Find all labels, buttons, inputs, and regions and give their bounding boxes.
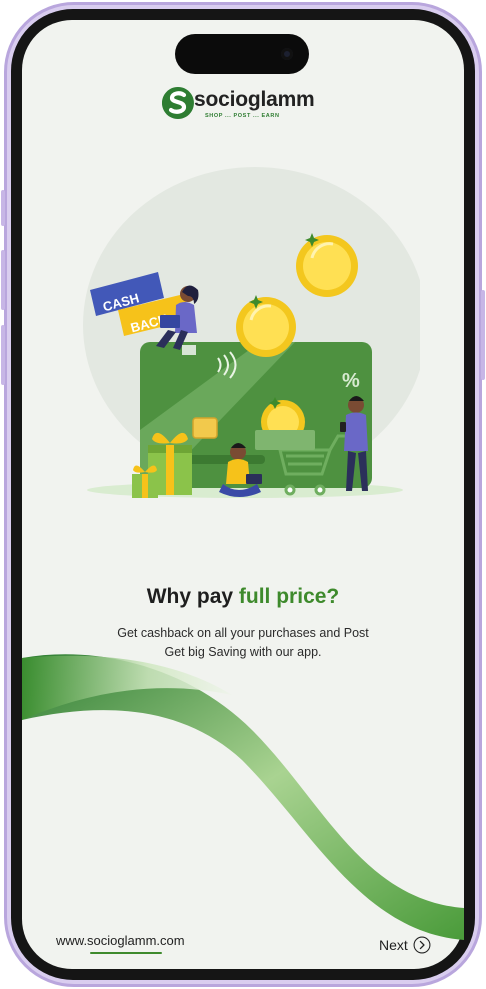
card-chip (192, 417, 218, 439)
brand-name: socioglamm (194, 88, 315, 111)
brand-logo: socioglamm SHOP ... POST ... EARN (162, 86, 326, 122)
coin-icon (296, 235, 358, 297)
description-line: Get cashback on all your purchases and P… (117, 626, 369, 640)
camera-icon (281, 48, 293, 60)
side-button (1, 325, 5, 385)
website-link[interactable]: www.socioglamm.com (56, 933, 185, 948)
cart-block (255, 430, 315, 450)
cashback-illustration: % CASH BACK (83, 167, 420, 498)
side-button (1, 250, 5, 310)
headline-text: Why pay (146, 585, 239, 608)
onboarding-description: Get cashback on all your purchases and P… (90, 624, 396, 662)
logo-mark-icon (162, 87, 194, 119)
side-button (1, 190, 5, 226)
onboarding-headline: Why pay full price? (0, 585, 486, 609)
dynamic-island (175, 34, 309, 74)
brand-tagline: SHOP ... POST ... EARN (205, 113, 280, 119)
coin-icon (236, 297, 296, 357)
chevron-right-circle-icon (413, 936, 431, 954)
next-label: Next (379, 937, 408, 953)
card-percent-symbol: % (342, 370, 360, 392)
website-underline (90, 952, 162, 954)
description-line: Get big Saving with our app. (164, 645, 322, 659)
decorative-wave (22, 654, 464, 940)
next-button[interactable]: Next (379, 934, 431, 956)
headline-accent-text: full price? (238, 585, 340, 608)
side-button (481, 290, 485, 380)
